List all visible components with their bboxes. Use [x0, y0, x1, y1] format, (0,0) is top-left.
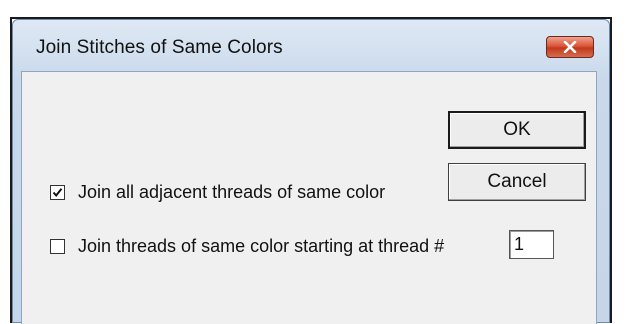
option-join-starting-at[interactable]: Join threads of same color starting at t…	[50, 236, 444, 257]
ok-button[interactable]: OK	[448, 111, 586, 149]
join-adjacent-checkbox[interactable]	[50, 185, 65, 200]
checkmark-icon	[52, 188, 63, 198]
title-bar[interactable]: Join Stitches of Same Colors	[13, 20, 609, 72]
thread-number-input[interactable]	[509, 230, 554, 259]
join-starting-at-checkbox[interactable]	[50, 239, 65, 254]
option-join-adjacent[interactable]: Join all adjacent threads of same color	[50, 182, 385, 203]
cancel-button[interactable]: Cancel	[448, 163, 586, 201]
dialog-client-area: OK Cancel Join all adjacent threads of s…	[21, 71, 597, 324]
close-button[interactable]	[546, 36, 594, 58]
dialog-window: Join Stitches of Same Colors OK Cancel J…	[12, 19, 610, 324]
join-starting-at-label: Join threads of same color starting at t…	[78, 236, 445, 256]
close-icon	[563, 41, 577, 53]
join-adjacent-label: Join all adjacent threads of same color	[78, 182, 386, 202]
window-title: Join Stitches of Same Colors	[36, 37, 283, 58]
